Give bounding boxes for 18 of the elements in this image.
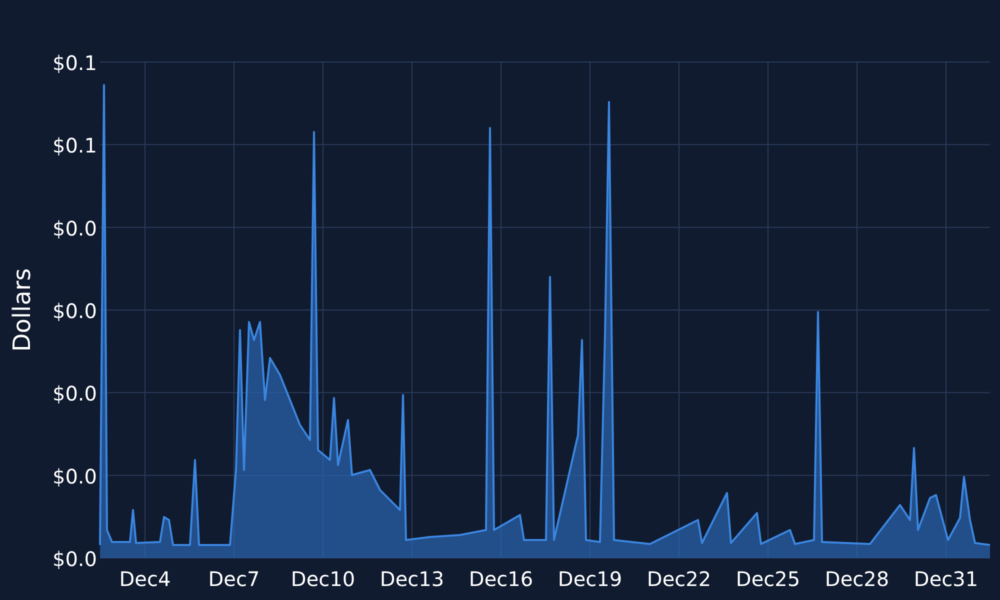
axis-title: Dollars: [8, 268, 36, 352]
axis-label: Dec16: [468, 567, 534, 591]
axis-label: $0.0: [52, 382, 97, 406]
axis-label: $0.0: [52, 547, 97, 571]
axis-label: $0.1: [52, 134, 97, 158]
axis-label: Dec10: [290, 567, 356, 591]
axis-label: Dec25: [736, 567, 800, 591]
axis-label: $0.0: [52, 464, 97, 488]
axis-label: $0.1: [52, 51, 97, 75]
axis-label: $0.0: [52, 216, 97, 240]
axis-label: Dec4: [119, 567, 171, 591]
axis-label: Dec13: [380, 567, 444, 591]
axis-label: Dec19: [558, 567, 622, 591]
axis-label: $0.0: [52, 299, 97, 323]
axis-label: Dec31: [914, 567, 978, 591]
axis-label: Dec22: [646, 567, 712, 591]
axis-label: Dec7: [208, 567, 260, 591]
axis-label: Dec28: [824, 567, 890, 591]
